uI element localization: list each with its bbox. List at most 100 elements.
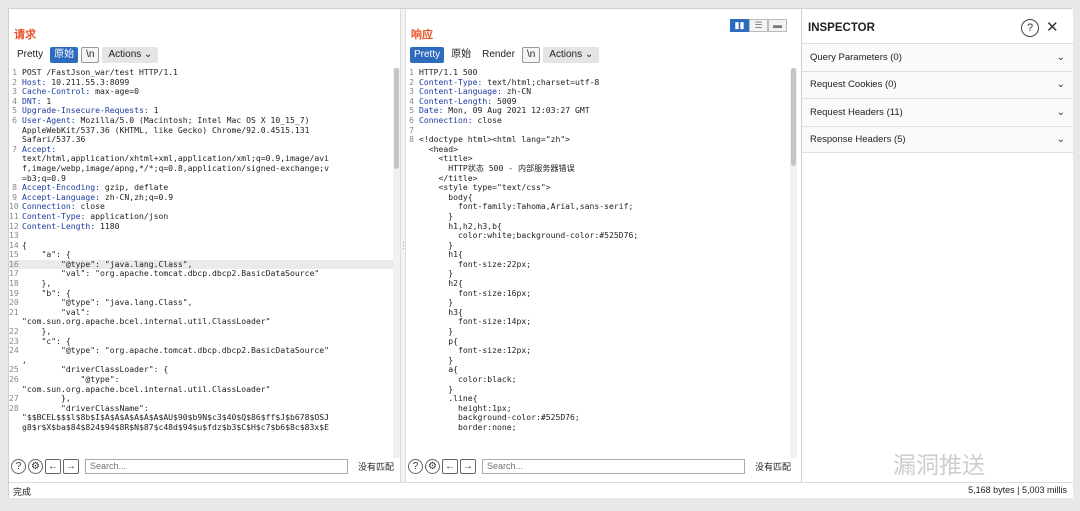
resp-newline-toggle[interactable]: \n bbox=[521, 47, 541, 63]
request-editor[interactable]: 1 POST /FastJson_war/test HTTP/1.1 2 Host: … bbox=[9, 68, 393, 458]
chevron-down-icon: ⌄ bbox=[1056, 133, 1065, 145]
chevron-down-icon: ⌄ bbox=[1056, 106, 1065, 118]
line-number bbox=[9, 126, 22, 136]
line-text: }, bbox=[22, 278, 52, 289]
request-scrollbar[interactable] bbox=[393, 68, 400, 458]
response-scrollbar[interactable] bbox=[790, 68, 797, 458]
arrow-right-icon[interactable]: → bbox=[460, 458, 476, 474]
code-line: 12 Content-Length: 1180 bbox=[9, 220, 393, 232]
request-no-match: 没有匹配 bbox=[357, 461, 394, 472]
section-label: Request Headers (11) bbox=[810, 106, 903, 118]
line-number: 28 bbox=[9, 402, 19, 413]
resp-tab-pretty[interactable]: Pretty bbox=[410, 47, 445, 63]
code-line: "com.sun.org.apache.bcel.internal.util.C… bbox=[9, 317, 393, 327]
line-number bbox=[406, 231, 419, 241]
arrow-right-icon[interactable]: → bbox=[63, 458, 79, 474]
line-number: 24 bbox=[9, 345, 19, 356]
line-text: <!doctype html><html lang="zh"> bbox=[419, 134, 571, 145]
request-title: 请求 bbox=[14, 29, 36, 41]
line-number: 8 bbox=[409, 134, 414, 145]
resp-actions-dropdown[interactable]: Actions ⌄ bbox=[543, 47, 600, 63]
request-search-bar: ? ⚙ ← → 没有匹配 bbox=[11, 457, 398, 475]
line-number: 6 bbox=[12, 114, 17, 125]
line-number bbox=[9, 413, 22, 423]
line-text: Connection: close bbox=[419, 114, 502, 125]
line-text: font-family:Tahoma,Arial,sans-serif; bbox=[419, 201, 634, 212]
line-text: color:white;background-color:#525D76; bbox=[419, 230, 639, 241]
line-number bbox=[406, 337, 419, 347]
line-number bbox=[406, 385, 419, 395]
line-number bbox=[9, 154, 22, 164]
layout-stacked-icon[interactable]: ☰ bbox=[749, 19, 768, 32]
line-number bbox=[406, 174, 419, 184]
line-text: Cache-Control: max-age=0 bbox=[22, 86, 139, 97]
line-text: "com.sun.org.apache.bcel.internal.util.C… bbox=[22, 383, 271, 394]
arrow-left-icon[interactable]: ← bbox=[442, 458, 458, 474]
line-number bbox=[406, 327, 419, 337]
watermark: 漏洞推送 bbox=[893, 453, 985, 479]
code-line: } bbox=[406, 240, 790, 251]
line-number: 7 bbox=[12, 143, 17, 154]
inspector-sections: Query Parameters (0) ⌄ Request Cookies (0… bbox=[802, 43, 1073, 153]
request-search-input[interactable] bbox=[85, 458, 348, 474]
request-toolbar: Pretty 原始 \n Actions ⌄ bbox=[13, 47, 159, 65]
resp-tab-render[interactable]: Render bbox=[478, 47, 519, 63]
line-number bbox=[406, 212, 419, 222]
line-number bbox=[406, 164, 419, 174]
line-text: "val": "org.apache.tomcat.dbcp.dbcp2.Bas… bbox=[22, 268, 320, 279]
code-line: 6 Connection: close bbox=[406, 114, 790, 126]
inspector-response-headers[interactable]: Response Headers (5) ⌄ bbox=[802, 125, 1073, 153]
code-line: font-size:16px; bbox=[406, 288, 790, 299]
line-text: f,image/webp,image/apng,*/*;q=0.8,applic… bbox=[22, 162, 329, 173]
help-icon[interactable]: ? bbox=[11, 458, 26, 474]
code-line: } bbox=[406, 298, 790, 308]
line-number bbox=[406, 317, 419, 327]
line-text: "@type": "org.apache.tomcat.dbcp.dbcp2.B… bbox=[22, 345, 329, 356]
line-number bbox=[406, 394, 419, 404]
layout-side-by-side-icon[interactable]: ▮▮ bbox=[730, 19, 749, 32]
chevron-down-icon: ⌄ bbox=[584, 49, 594, 60]
line-text: Content-Length: 1180 bbox=[22, 220, 120, 231]
line-text: "com.sun.org.apache.bcel.internal.util.C… bbox=[22, 316, 271, 327]
line-text: font-size:22px; bbox=[419, 258, 532, 269]
inspector-query-parameters[interactable]: Query Parameters (0) ⌄ bbox=[802, 43, 1073, 71]
line-text: color:black; bbox=[419, 374, 517, 384]
req-tab-raw[interactable]: 原始 bbox=[50, 47, 79, 63]
response-editor[interactable]: 1 HTTP/1.1 500 2 Content-Type: text/html;ch… bbox=[406, 68, 790, 458]
close-icon[interactable]: ✕ bbox=[1046, 18, 1059, 36]
line-number bbox=[406, 298, 419, 308]
line-number bbox=[406, 404, 419, 414]
req-newline-toggle[interactable]: \n bbox=[81, 47, 100, 63]
response-title: 响应 bbox=[411, 29, 433, 41]
request-scroll-thumb[interactable] bbox=[394, 68, 399, 170]
req-tab-pretty[interactable]: Pretty bbox=[13, 47, 48, 63]
response-search-input[interactable] bbox=[482, 458, 745, 474]
gear-icon[interactable]: ⚙ bbox=[425, 458, 440, 474]
line-number: 26 bbox=[9, 374, 19, 384]
code-line: Safari/537.36 bbox=[9, 135, 393, 145]
inspector-panel: INSPECTOR ? ✕ Query Parameters (0) ⌄ Requ… bbox=[801, 9, 1073, 482]
line-number bbox=[406, 269, 419, 279]
line-text: font-size:12px; bbox=[419, 345, 532, 356]
line-text: } bbox=[419, 297, 454, 308]
req-actions-dropdown[interactable]: Actions ⌄ bbox=[102, 47, 159, 63]
layout-tabbed-icon[interactable]: ▬ bbox=[768, 19, 787, 32]
line-text: g8$r$X$ba$84$824$94$8R$N$87$c48d$94$u$fd… bbox=[22, 421, 329, 432]
line-text: font-size:14px; bbox=[419, 316, 532, 327]
response-scroll-thumb[interactable] bbox=[791, 68, 796, 166]
code-line: font-size:12px; bbox=[406, 346, 790, 356]
resp-tab-raw[interactable]: 原始 bbox=[447, 47, 476, 63]
line-text: Safari/537.36 bbox=[22, 134, 86, 145]
code-line: 13 bbox=[9, 230, 393, 241]
inspector-request-headers[interactable]: Request Headers (11) ⌄ bbox=[802, 98, 1073, 126]
help-icon[interactable]: ? bbox=[408, 458, 423, 474]
line-number bbox=[406, 346, 419, 356]
gear-icon[interactable]: ⚙ bbox=[28, 458, 43, 474]
code-line: 3 Cache-Control: max-age=0 bbox=[9, 86, 393, 97]
line-number bbox=[406, 423, 419, 433]
inspector-request-cookies[interactable]: Request Cookies (0) ⌄ bbox=[802, 70, 1073, 98]
section-label: Response Headers (5) bbox=[810, 133, 906, 145]
arrow-left-icon[interactable]: ← bbox=[45, 458, 61, 474]
code-line: color:black; bbox=[406, 374, 790, 385]
help-icon[interactable]: ? bbox=[1021, 19, 1039, 37]
